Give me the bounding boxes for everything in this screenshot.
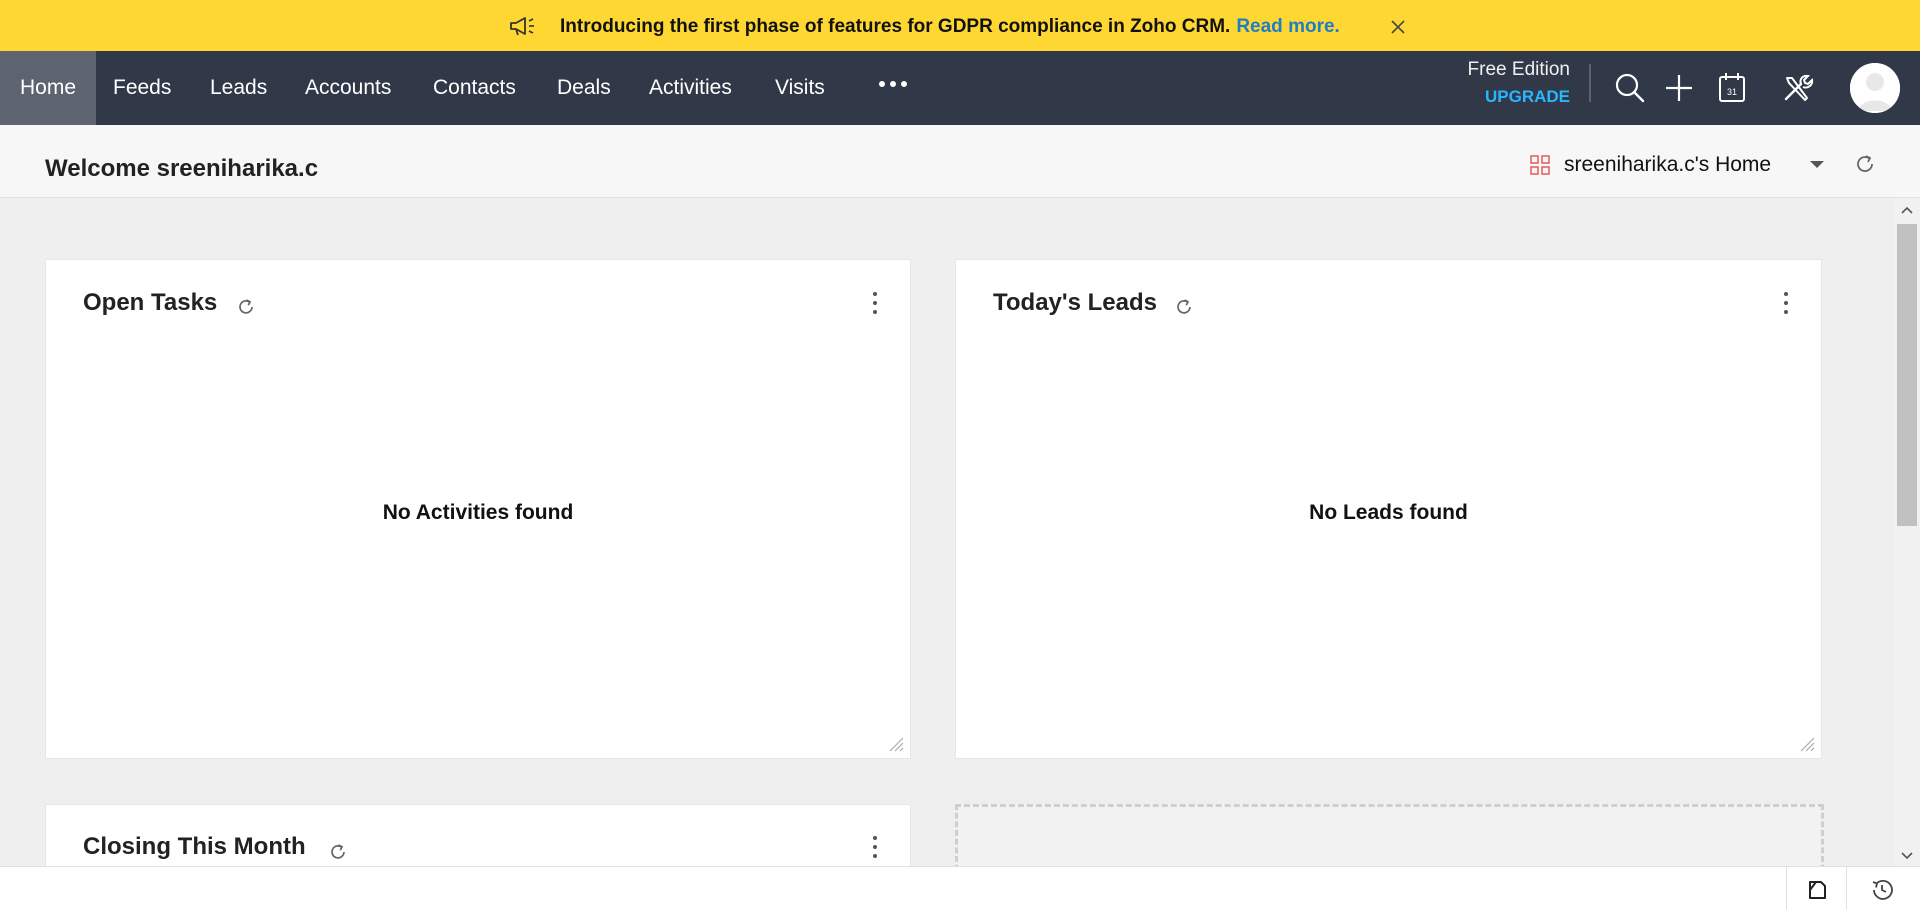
empty-state-message: No Leads found: [1309, 501, 1468, 524]
edition-label: Free Edition: [1467, 59, 1570, 80]
resize-handle-icon[interactable]: [1797, 734, 1815, 752]
chevron-down-icon[interactable]: [1810, 161, 1824, 168]
home-selector[interactable]: sreeniharika.c's Home: [1530, 153, 1824, 177]
chevron-up-icon[interactable]: [1894, 202, 1920, 218]
page-title: Welcome sreeniharika.c: [45, 155, 319, 182]
nav-tab-accounts[interactable]: Accounts: [305, 51, 391, 125]
notes-icon[interactable]: [1804, 877, 1830, 903]
top-navigation: Home Feeds Leads Accounts Contacts Deals…: [0, 51, 1920, 125]
upgrade-link[interactable]: UPGRADE: [1440, 87, 1570, 107]
calendar-day: 31: [1727, 87, 1737, 97]
setup-tools-icon[interactable]: [1779, 70, 1815, 106]
widget-title: Open Tasks: [83, 289, 218, 316]
refresh-icon[interactable]: [236, 297, 256, 317]
todays-leads-widget: Today's Leads No Leads found: [955, 259, 1822, 759]
recent-history-icon[interactable]: [1869, 877, 1895, 903]
home-selector-label: sreeniharika.c's Home: [1564, 153, 1772, 176]
edition-info: Free Edition UPGRADE: [1440, 59, 1570, 107]
close-icon[interactable]: [1390, 19, 1406, 35]
calendar-icon[interactable]: 31: [1714, 70, 1750, 106]
bottom-bar: [0, 866, 1920, 910]
announcement-banner: Introducing the first phase of features …: [0, 0, 1920, 51]
nav-tab-feeds[interactable]: Feeds: [113, 51, 171, 125]
open-tasks-widget: Open Tasks No Activities found: [45, 259, 911, 759]
plus-icon[interactable]: [1661, 70, 1697, 106]
search-icon[interactable]: [1612, 70, 1648, 106]
banner-message: Introducing the first phase of features …: [560, 16, 1231, 37]
page-header: Welcome sreeniharika.c sreeniharika.c's …: [0, 125, 1920, 198]
avatar[interactable]: [1850, 63, 1900, 113]
chevron-down-icon[interactable]: [1894, 848, 1920, 864]
read-more-link[interactable]: Read more.: [1236, 16, 1339, 37]
widget-menu-icon[interactable]: [1781, 292, 1791, 314]
widget-menu-icon[interactable]: [870, 292, 880, 314]
nav-tab-deals[interactable]: Deals: [557, 51, 611, 125]
widget-title: Today's Leads: [993, 289, 1157, 316]
more-icon[interactable]: [879, 81, 907, 87]
divider: [1846, 867, 1847, 910]
refresh-icon[interactable]: [1174, 297, 1194, 317]
nav-tab-visits[interactable]: Visits: [775, 51, 825, 125]
nav-tab-activities[interactable]: Activities: [649, 51, 732, 125]
widget-title: Closing This Month: [83, 833, 306, 860]
nav-tab-contacts[interactable]: Contacts: [433, 51, 516, 125]
scroll-thumb[interactable]: [1897, 224, 1917, 526]
megaphone-icon: [510, 17, 534, 36]
divider: [1786, 867, 1787, 910]
empty-state-message: No Activities found: [382, 501, 574, 524]
refresh-icon[interactable]: [1854, 153, 1876, 175]
resize-handle-icon[interactable]: [886, 734, 904, 752]
nav-tab-home[interactable]: Home: [0, 51, 96, 125]
dashboard-grid-icon: [1530, 155, 1550, 175]
vertical-scrollbar[interactable]: [1894, 198, 1920, 866]
widget-menu-icon[interactable]: [870, 836, 880, 858]
refresh-icon[interactable]: [328, 842, 348, 862]
nav-tab-leads[interactable]: Leads: [210, 51, 267, 125]
nav-divider: [1589, 64, 1591, 102]
